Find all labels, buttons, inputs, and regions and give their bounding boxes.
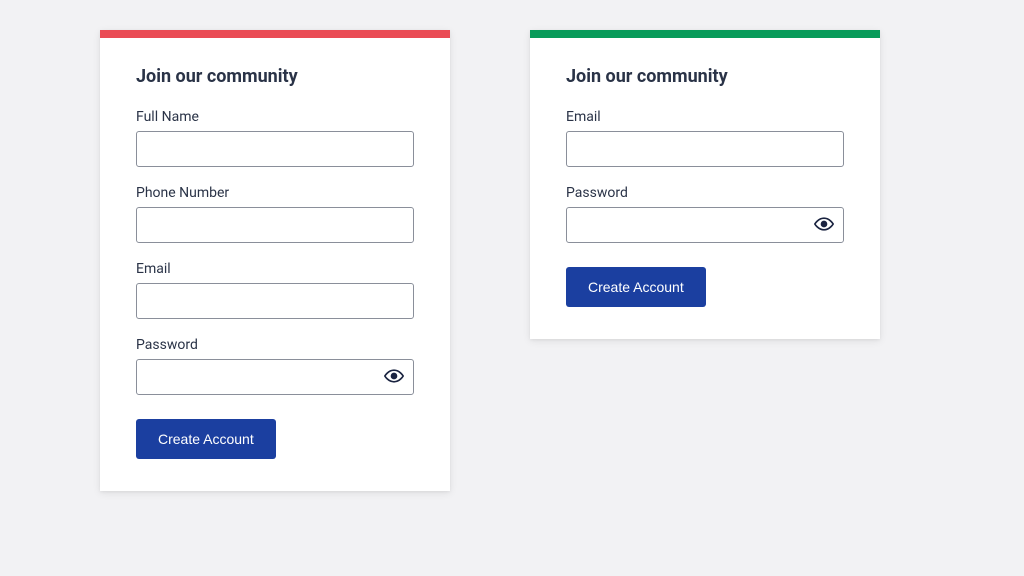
email-input[interactable] xyxy=(566,131,844,167)
field-email: Email xyxy=(566,109,844,167)
password-input[interactable] xyxy=(566,207,844,243)
field-email: Email xyxy=(136,261,414,319)
email-input[interactable] xyxy=(136,283,414,319)
card-body: Join our community Email Password C xyxy=(530,38,880,339)
email-label: Email xyxy=(566,109,844,125)
card-title: Join our community xyxy=(566,66,844,87)
eye-icon xyxy=(814,214,834,237)
password-label: Password xyxy=(136,337,414,353)
toggle-password-visibility[interactable] xyxy=(812,213,836,237)
password-label: Password xyxy=(566,185,844,201)
create-account-button[interactable]: Create Account xyxy=(136,419,276,459)
card-title: Join our community xyxy=(136,66,414,87)
email-label: Email xyxy=(136,261,414,277)
signup-card-short: Join our community Email Password C xyxy=(530,30,880,339)
full-name-input[interactable] xyxy=(136,131,414,167)
accent-bar xyxy=(100,30,450,38)
signup-card-full: Join our community Full Name Phone Numbe… xyxy=(100,30,450,491)
accent-bar xyxy=(530,30,880,38)
field-full-name: Full Name xyxy=(136,109,414,167)
card-body: Join our community Full Name Phone Numbe… xyxy=(100,38,450,491)
full-name-label: Full Name xyxy=(136,109,414,125)
phone-input[interactable] xyxy=(136,207,414,243)
field-password: Password xyxy=(566,185,844,243)
eye-icon xyxy=(384,366,404,389)
phone-label: Phone Number xyxy=(136,185,414,201)
field-phone: Phone Number xyxy=(136,185,414,243)
password-input-wrap xyxy=(136,359,414,395)
toggle-password-visibility[interactable] xyxy=(382,365,406,389)
password-input-wrap xyxy=(566,207,844,243)
field-password: Password xyxy=(136,337,414,395)
create-account-button[interactable]: Create Account xyxy=(566,267,706,307)
password-input[interactable] xyxy=(136,359,414,395)
